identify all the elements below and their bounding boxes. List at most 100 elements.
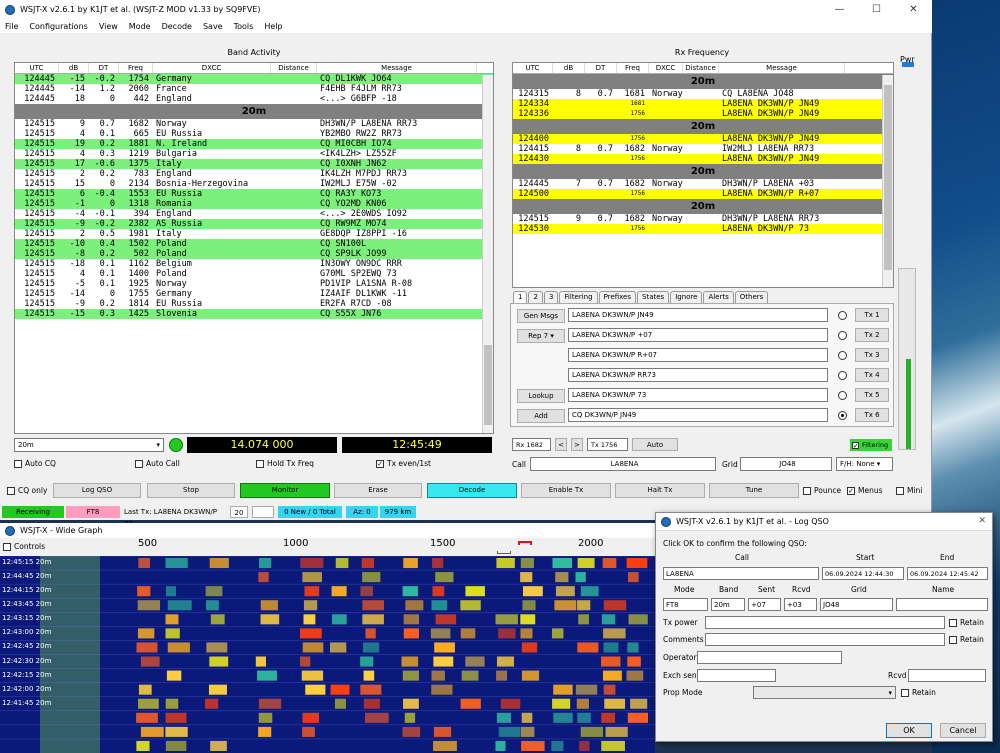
hold-tx-freq-checkbox[interactable]: Hold Tx Freq xyxy=(256,459,314,468)
band-scrollbar[interactable] xyxy=(482,75,493,433)
table-row[interactable]: 124515 6 -0.4 1553 EU Russia CQ RA3Y KO73 xyxy=(15,189,493,199)
arrow-left-icon[interactable]: < xyxy=(555,438,567,451)
table-row[interactable]: 124430 1756 LA8ENA DK3WN/P JN49 xyxy=(513,154,893,164)
dialog-comments-input[interactable] xyxy=(705,633,945,646)
table-row[interactable]: 124515 -18 0.1 1162 Belgium IN3OWY ON9DC RRR xyxy=(15,259,493,269)
table-row[interactable]: 124515 2 0.2 783 England IK4LZH M7PDJ RR73 xyxy=(15,169,493,179)
tx5-radio[interactable] xyxy=(838,391,847,400)
rx-freq-spinbox[interactable]: Rx 1682 xyxy=(512,438,551,451)
tx5-button[interactable]: Tx 5 xyxy=(855,388,889,402)
tab-states[interactable]: States xyxy=(637,291,670,303)
table-row[interactable]: 124336 1756 LA8ENA DK3WN/P JN49 xyxy=(513,109,893,119)
table-row[interactable]: 124415 8 0.7 1682 Norway IW2MLJ LA8ENA RR73 xyxy=(513,144,893,154)
auto-call-checkbox[interactable]: Auto Call xyxy=(135,459,180,468)
tx4-message[interactable]: LA8ENA DK3WN/P RR73 xyxy=(568,368,828,382)
rx-scroll-thumb[interactable] xyxy=(884,85,892,270)
tune-button[interactable]: Tune xyxy=(709,483,799,498)
enable-tx-button[interactable]: Enable Tx xyxy=(521,483,611,498)
tx4-button[interactable]: Tx 4 xyxy=(855,368,889,382)
dialog-grid-input[interactable]: JO48 xyxy=(820,598,893,611)
tx6-radio[interactable] xyxy=(838,411,847,420)
rx-frequency-table[interactable]: UTC dB DT Freq DXCC Distance Message 20m… xyxy=(512,62,894,288)
tx2-radio[interactable] xyxy=(838,331,847,340)
tx-freq-spinbox[interactable]: Tx 1756 xyxy=(587,438,628,451)
table-row[interactable]: 124515 9 0.7 1682 Norway DH3WN/P LA8ENA RR73 xyxy=(513,214,893,224)
tab-1[interactable]: 1 xyxy=(513,291,528,303)
menu-tools[interactable]: Tools xyxy=(234,22,254,31)
tx3-radio[interactable] xyxy=(838,351,847,360)
tab-prefixes[interactable]: Prefixes xyxy=(598,291,636,303)
tab-others[interactable]: Others xyxy=(734,291,769,303)
mini-checkbox[interactable]: Mini xyxy=(896,486,922,495)
dialog-end-input[interactable]: 06.09.2024 12:45:42 xyxy=(907,567,988,580)
menu-help[interactable]: Help xyxy=(264,22,282,31)
table-row[interactable]: 124400 1756 LA8ENA DK3WN/P JN49 xyxy=(513,134,893,144)
tx-even-checkbox[interactable]: ✓ Tx even/1st xyxy=(376,459,431,468)
tx2-button[interactable]: Tx 2 xyxy=(855,328,889,342)
pounce-checkbox[interactable]: Pounce xyxy=(803,486,841,495)
fh-select[interactable]: F/H: None ▾ xyxy=(836,457,893,471)
rx-marker[interactable] xyxy=(497,551,511,554)
table-row[interactable]: 124445 18 0 442 England <...> G6BFP -18 xyxy=(15,94,493,104)
halt-tx-button[interactable]: Halt Tx xyxy=(615,483,705,498)
tab-2[interactable]: 2 xyxy=(528,291,543,303)
table-row[interactable]: 124515 17 -0.6 1375 Italy CQ I0XNH JN62 xyxy=(15,159,493,169)
tx5-message[interactable]: LA8ENA DK3WN/P 73 xyxy=(568,388,828,402)
table-row[interactable]: 124315 8 0.7 1681 Norway CQ LA8ENA JO48 xyxy=(513,89,893,99)
tx4-radio[interactable] xyxy=(838,371,847,380)
menu-view[interactable]: View xyxy=(99,22,118,31)
dialog-call-input[interactable]: LA8ENA xyxy=(663,567,819,580)
gen-msgs-button[interactable]: Gen Msgs xyxy=(517,309,565,323)
table-row[interactable]: 124515 9 0.7 1682 Norway DH3WN/P LA8ENA RR73 xyxy=(15,119,493,129)
tx3-message[interactable]: LA8ENA DK3WN/P R+07 xyxy=(568,348,828,362)
cq-only-checkbox[interactable]: CQ only xyxy=(7,486,47,495)
rx-scrollbar[interactable] xyxy=(882,75,893,287)
band-select[interactable]: 20m ▾ xyxy=(14,438,164,452)
stop-button[interactable]: Stop xyxy=(147,483,235,498)
retain-comments-checkbox[interactable]: Retain xyxy=(949,635,984,644)
menu-configurations[interactable]: Configurations xyxy=(29,22,87,31)
arrow-right-icon[interactable]: > xyxy=(571,438,583,451)
retain-txpower-checkbox[interactable]: Retain xyxy=(949,618,984,627)
minimize-icon[interactable]: — xyxy=(821,0,858,19)
add-button[interactable]: Add xyxy=(517,409,565,423)
table-row[interactable]: 124515 -4 -0.1 394 England <...> 2E0WDS IO92 xyxy=(15,209,493,219)
table-row[interactable]: 124515 4 0.1 665 EU Russia YB2MBO RW2Z RR73 xyxy=(15,129,493,139)
menu-file[interactable]: File xyxy=(5,22,18,31)
table-row[interactable]: 124515 -8 0.2 502 Poland CQ SP9LK JO99 xyxy=(15,249,493,259)
cancel-button[interactable]: Cancel xyxy=(940,723,986,738)
auto-button[interactable]: Auto xyxy=(632,438,678,451)
table-row[interactable]: 124515 4 0.1 1400 Poland G70ML SP2EWQ 73 xyxy=(15,269,493,279)
dialog-mode-input[interactable]: FT8 xyxy=(663,598,708,611)
retain-prop-checkbox[interactable]: Retain xyxy=(901,688,936,697)
table-row[interactable]: 124515 -10 0.4 1502 Poland CQ SN100L xyxy=(15,239,493,249)
table-row[interactable]: 124500 1756 LA8ENA DK3WN/P R+07 xyxy=(513,189,893,199)
table-row[interactable]: 124445 -15 -0.2 1754 Germany CQ DL1KWK JO64 xyxy=(15,74,493,84)
dx-call-input[interactable]: LA8ENA xyxy=(530,457,716,471)
erase-button[interactable]: Erase xyxy=(334,483,422,498)
menu-save[interactable]: Save xyxy=(203,22,223,31)
filtering-checkbox[interactable]: ✓ Filtering xyxy=(850,439,892,451)
tx1-message[interactable]: LA8ENA DK3WN/P JN49 xyxy=(568,308,828,322)
lookup-button[interactable]: Lookup xyxy=(517,389,565,403)
close-icon[interactable]: ✕ xyxy=(978,516,986,526)
dialog-exch-sent-input[interactable] xyxy=(697,669,776,682)
dx-grid-input[interactable]: JO48 xyxy=(740,457,832,471)
tab-alerts[interactable]: Alerts xyxy=(703,291,734,303)
decode-button[interactable]: Decode xyxy=(427,483,517,498)
tx3-button[interactable]: Tx 3 xyxy=(855,348,889,362)
dialog-txpower-input[interactable] xyxy=(705,616,945,629)
table-row[interactable]: 124515 -9 -0.2 2382 AS Russia CQ RW9MZ MO74 xyxy=(15,219,493,229)
auto-cq-checkbox[interactable]: Auto CQ xyxy=(14,459,56,468)
tx-marker[interactable] xyxy=(518,541,532,545)
dialog-prop-mode-select[interactable]: ▾ xyxy=(753,686,896,699)
menus-checkbox[interactable]: ✓ Menus xyxy=(847,486,883,495)
band-activity-table[interactable]: UTC dB DT Freq DXCC Distance Message 124… xyxy=(14,62,494,434)
table-row[interactable]: 124515 -5 0.1 1925 Norway PD1VIP LA1SNA R-08 xyxy=(15,279,493,289)
table-row[interactable]: 124515 -14 0 1755 Germany IZ4AIF DL1KWK -11 xyxy=(15,289,493,299)
dialog-rcvd2-input[interactable] xyxy=(908,669,986,682)
dialog-rcvd-input[interactable]: +03 xyxy=(784,598,817,611)
maximize-icon[interactable]: ☐ xyxy=(858,0,895,19)
table-row[interactable]: 124515 -15 0.3 1425 Slovenia CQ S55X JN76 xyxy=(15,309,493,319)
table-row[interactable]: 124515 -1 0 1318 Romania CQ YO2MD KN06 xyxy=(15,199,493,209)
